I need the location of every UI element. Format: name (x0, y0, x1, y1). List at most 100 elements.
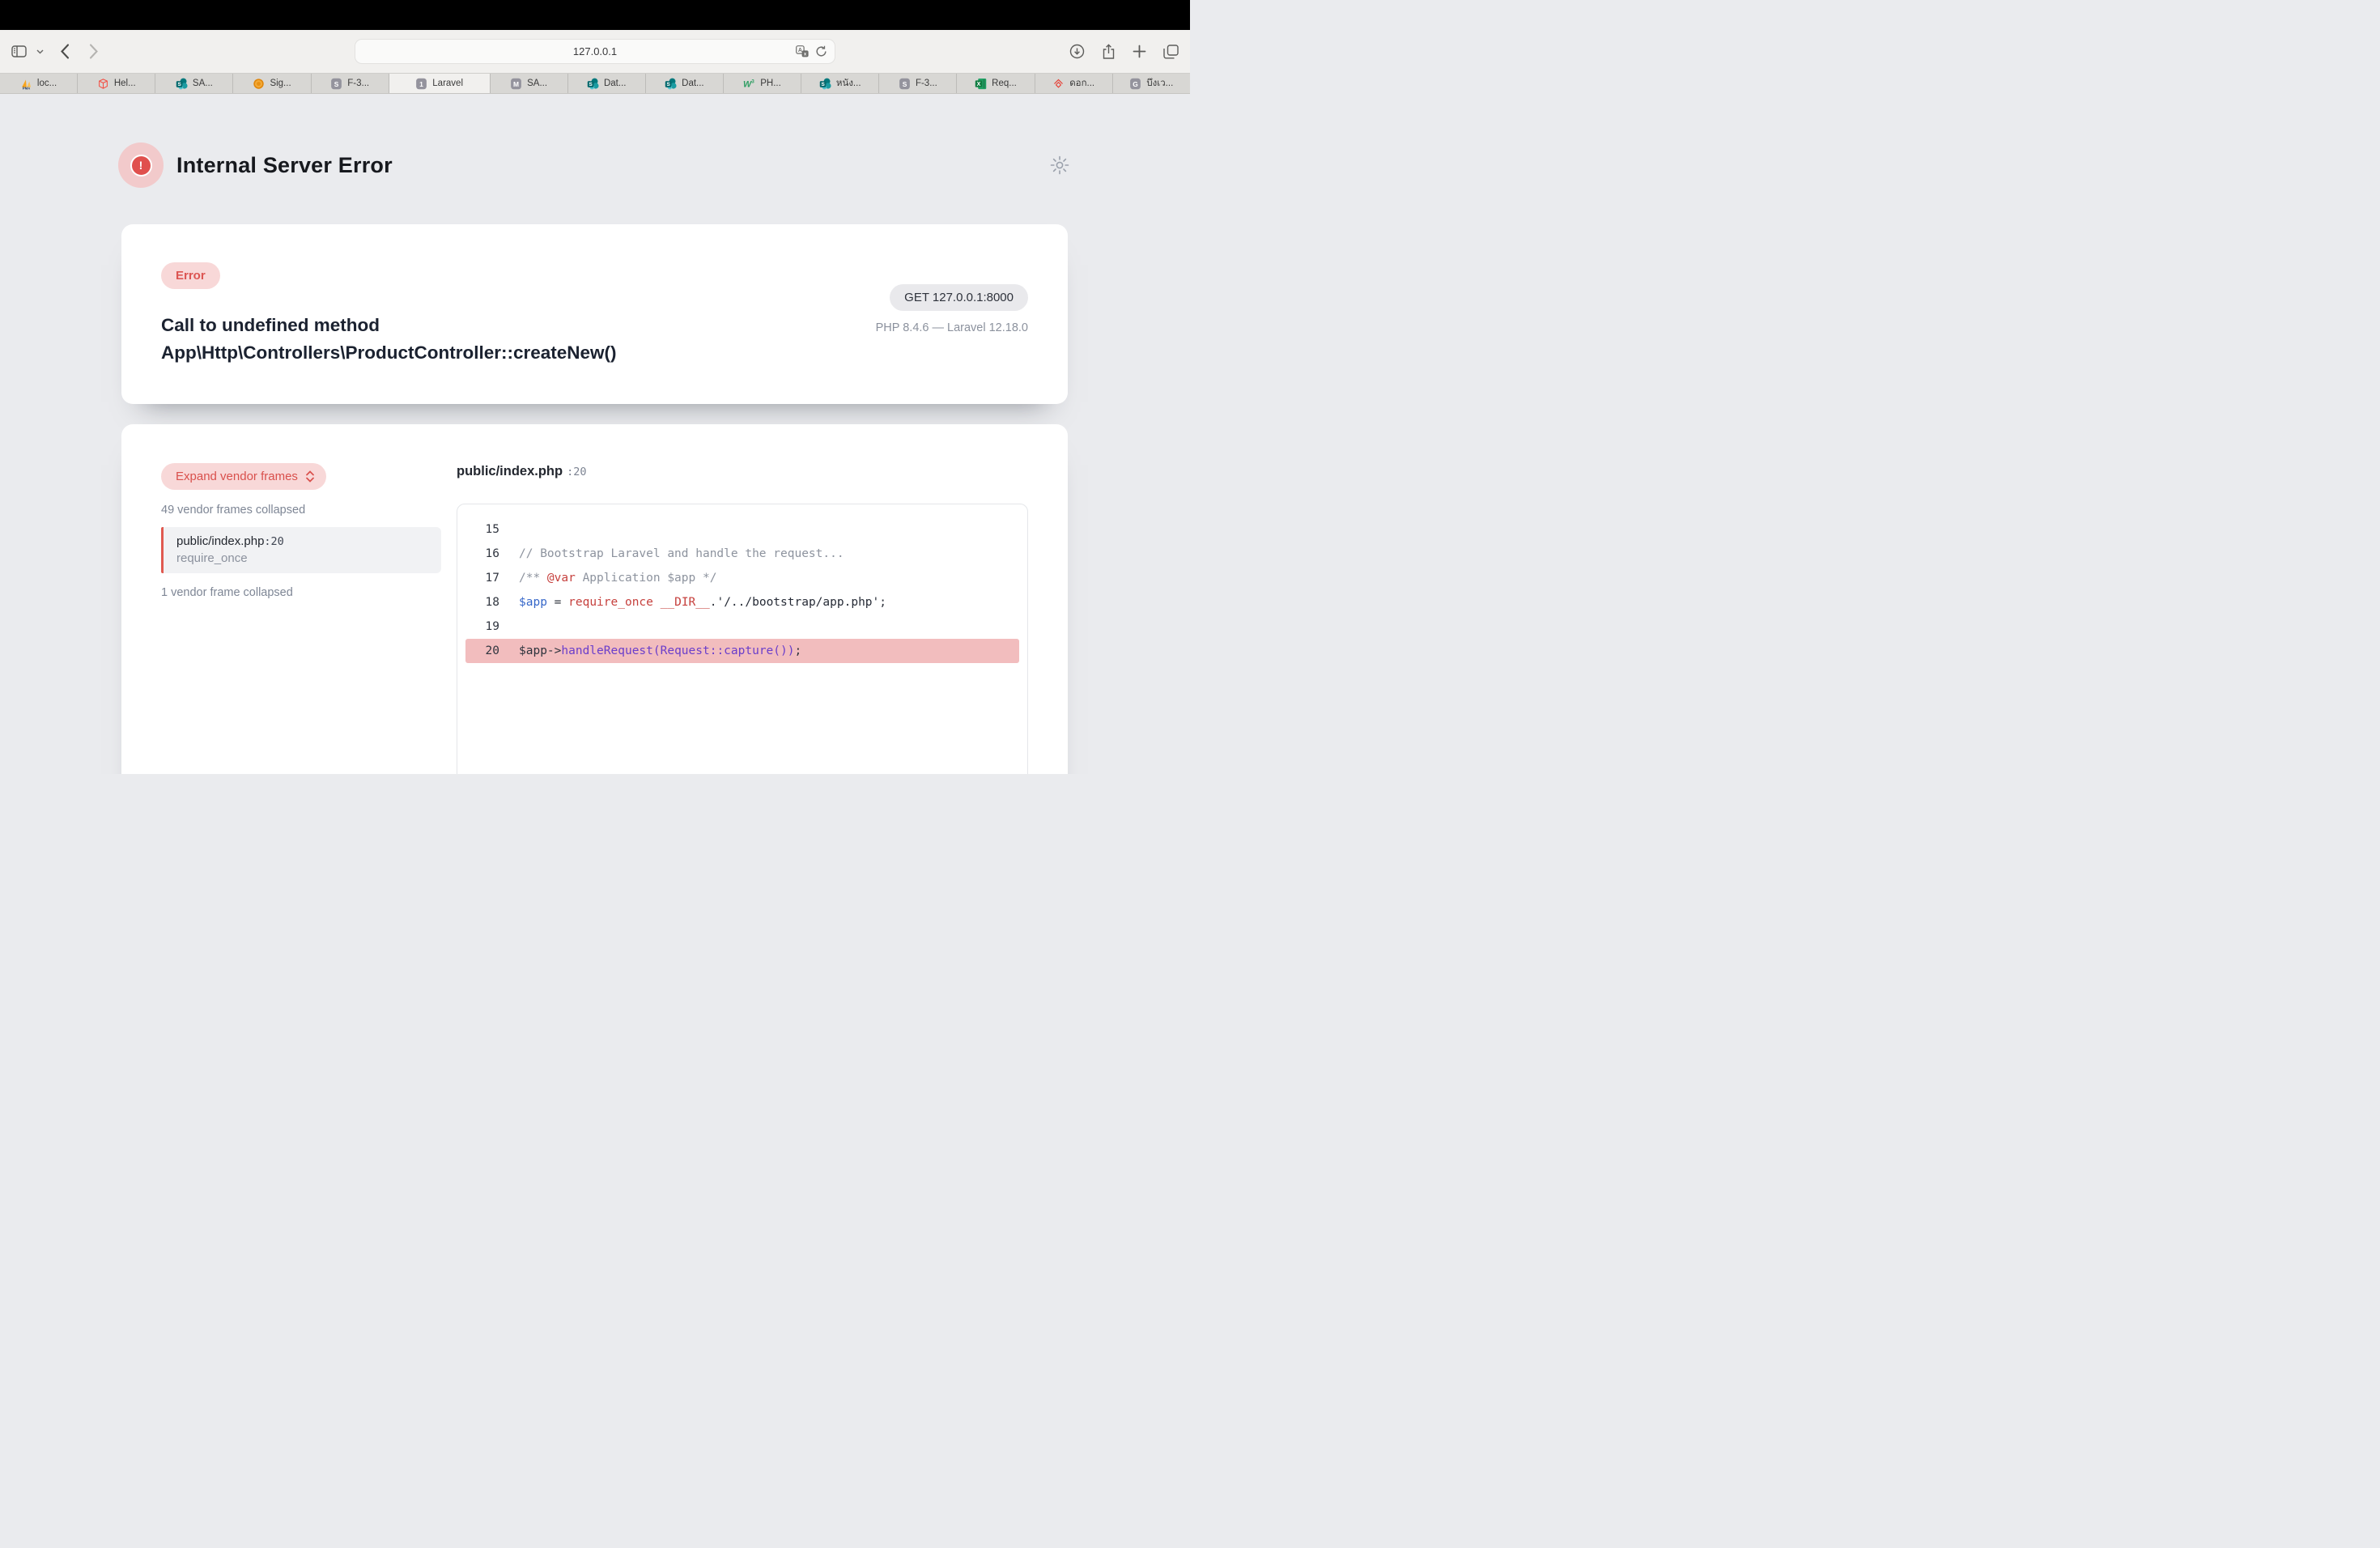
collapsed-frames-bottom-label: 1 vendor frame collapsed (161, 586, 441, 599)
back-icon[interactable] (60, 44, 70, 59)
tab-12[interactable]: XReq... (957, 74, 1035, 93)
laravel-icon (97, 78, 109, 90)
share-icon[interactable] (1102, 44, 1116, 60)
chevron-down-icon[interactable] (36, 49, 44, 54)
svg-text:1: 1 (419, 79, 423, 87)
letter-g-icon: G (1129, 78, 1141, 90)
tab-9[interactable]: W3 PH... (724, 74, 801, 93)
svg-text:S: S (903, 79, 907, 87)
expand-vendor-frames-label: Expand vendor frames (176, 470, 298, 483)
code-line: 18 $app = require_once __DIR__.'/../boots… (465, 590, 1019, 615)
svg-text:S: S (667, 82, 670, 87)
svg-text:G: G (1133, 79, 1139, 87)
phpmyadmin-icon: PMA (20, 78, 32, 90)
code-line: 16 // Bootstrap Laravel and handle the re… (465, 542, 1019, 566)
svg-text:PMA: PMA (23, 86, 31, 90)
code-file-header: public/index.php:20 (457, 464, 586, 479)
tab-11[interactable]: S F-3... (879, 74, 957, 93)
download-icon[interactable] (1069, 44, 1085, 59)
exception-message: Call to undefined method App\Http\Contro… (161, 312, 720, 367)
code-line: 15 (465, 517, 1019, 542)
orange-globe-icon (253, 78, 265, 90)
forward-icon[interactable] (89, 44, 99, 59)
version-info: PHP 8.4.6 — Laravel 12.18.0 (876, 321, 1028, 334)
numbered-1-icon: 1 (415, 78, 427, 90)
letter-m-icon: M (510, 78, 522, 90)
tab-0[interactable]: PMAloc... (0, 74, 78, 93)
stack-frame-item[interactable]: public/index.php:20 require_once (161, 527, 441, 573)
tab-7[interactable]: SDat... (568, 74, 646, 93)
sidebar-icon[interactable] (11, 45, 27, 57)
line-number: 20 (465, 644, 499, 657)
tab-label: PH... (760, 79, 781, 88)
stack-trace-card: Expand vendor frames 49 vendor frames co… (121, 424, 1068, 774)
tab-4[interactable]: SF-3... (312, 74, 389, 93)
reload-icon[interactable] (815, 45, 827, 57)
svg-text:S: S (177, 82, 181, 87)
error-type-badge: Error (161, 262, 220, 289)
tab-2[interactable]: S SA... (155, 74, 233, 93)
expand-vendor-frames-button[interactable]: Expand vendor frames (161, 463, 326, 490)
sun-icon[interactable] (1049, 155, 1070, 176)
svg-text:S: S (821, 82, 824, 87)
frame-file-line: public/index.php:20 (176, 534, 428, 549)
tab-label: Laravel (432, 79, 463, 88)
tab-10[interactable]: S หนัง... (801, 74, 879, 93)
line-number: 18 (465, 596, 499, 609)
letter-s-icon: S (899, 78, 911, 90)
w3schools-icon: W3 (743, 78, 755, 90)
tab-label: ดอก... (1069, 76, 1094, 91)
address-bar[interactable]: 127.0.0.1 A x (355, 39, 835, 64)
svg-text:3: 3 (752, 79, 755, 84)
collapsed-frames-top-label: 49 vendor frames collapsed (161, 504, 441, 517)
tab-13[interactable]: ดอก... (1035, 74, 1113, 93)
line-source: $app->handleRequest(Request::capture()); (519, 644, 801, 657)
tab-label: หนัง... (836, 76, 861, 91)
tab-3[interactable]: Sig... (233, 74, 311, 93)
tab-label: F-3... (347, 79, 369, 88)
tab-label: SA... (527, 79, 547, 88)
line-source: /** @var Application $app */ (519, 572, 716, 585)
tab-label: Req... (992, 79, 1017, 88)
sharepoint-icon: S (665, 78, 677, 90)
exclamation-icon: ! (130, 155, 152, 176)
line-source: $app = require_once __DIR__.'/../bootstr… (519, 596, 886, 609)
sharepoint-icon: S (176, 78, 188, 90)
tab-label: SA... (193, 79, 213, 88)
svg-text:W: W (743, 79, 752, 89)
tab-1[interactable]: Hel... (78, 74, 155, 93)
line-source: // Bootstrap Laravel and handle the requ… (519, 547, 844, 560)
tab-active-5[interactable]: 1 Laravel (389, 74, 491, 93)
url-text: 127.0.0.1 (573, 45, 617, 57)
chevron-up-down-icon (305, 470, 315, 483)
address-bar-icons: A x (796, 40, 827, 63)
toolbar-right-group (1069, 30, 1179, 73)
tab-14[interactable]: G บึงเว... (1113, 74, 1190, 93)
frames-column: Expand vendor frames 49 vendor frames co… (161, 463, 441, 599)
menu-bar-strip (0, 0, 1190, 30)
tab-8[interactable]: SDat... (646, 74, 724, 93)
browser-toolbar: 127.0.0.1 A x (0, 30, 1190, 73)
sharepoint-icon: S (587, 78, 599, 90)
safari-window: 127.0.0.1 A x (0, 0, 1190, 774)
request-meta: GET 127.0.0.1:8000 PHP 8.4.6 — Laravel 1… (876, 284, 1028, 334)
tab-label: F-3... (916, 79, 937, 88)
code-line: 19 (465, 615, 1019, 639)
line-number: 16 (465, 547, 499, 560)
new-tab-icon[interactable] (1133, 45, 1146, 58)
translate-icon[interactable]: A x (796, 45, 809, 57)
frame-file: public/index.php (176, 534, 264, 548)
tab-label: Sig... (270, 79, 291, 88)
line-number: 19 (465, 620, 499, 633)
page-title: Internal Server Error (176, 153, 393, 178)
line-number: 17 (465, 572, 499, 585)
code-file-line: :20 (567, 466, 586, 478)
exception-card: Error GET 127.0.0.1:8000 PHP 8.4.6 — Lar… (121, 224, 1068, 404)
tab-overview-icon[interactable] (1163, 45, 1179, 59)
svg-text:S: S (589, 82, 592, 87)
page-header: ! Internal Server Error (118, 142, 393, 188)
tab-6[interactable]: M SA... (491, 74, 568, 93)
tab-label: บึงเว... (1146, 76, 1173, 91)
frame-line-number: :20 (264, 535, 283, 548)
request-method-badge: GET 127.0.0.1:8000 (890, 284, 1028, 311)
